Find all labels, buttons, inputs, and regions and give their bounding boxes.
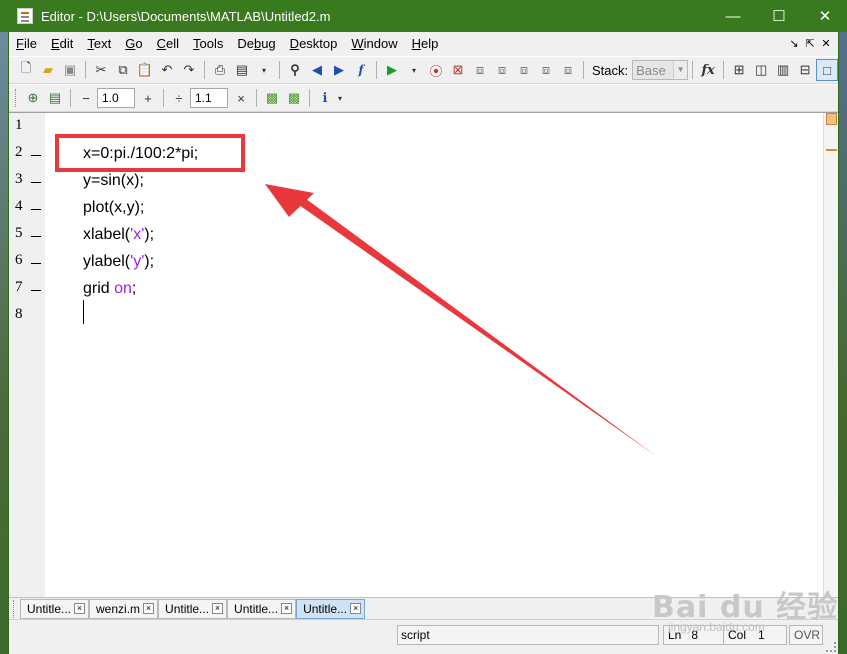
annotation-arrow	[265, 184, 656, 456]
annotation-arrow-shaft	[292, 193, 656, 456]
